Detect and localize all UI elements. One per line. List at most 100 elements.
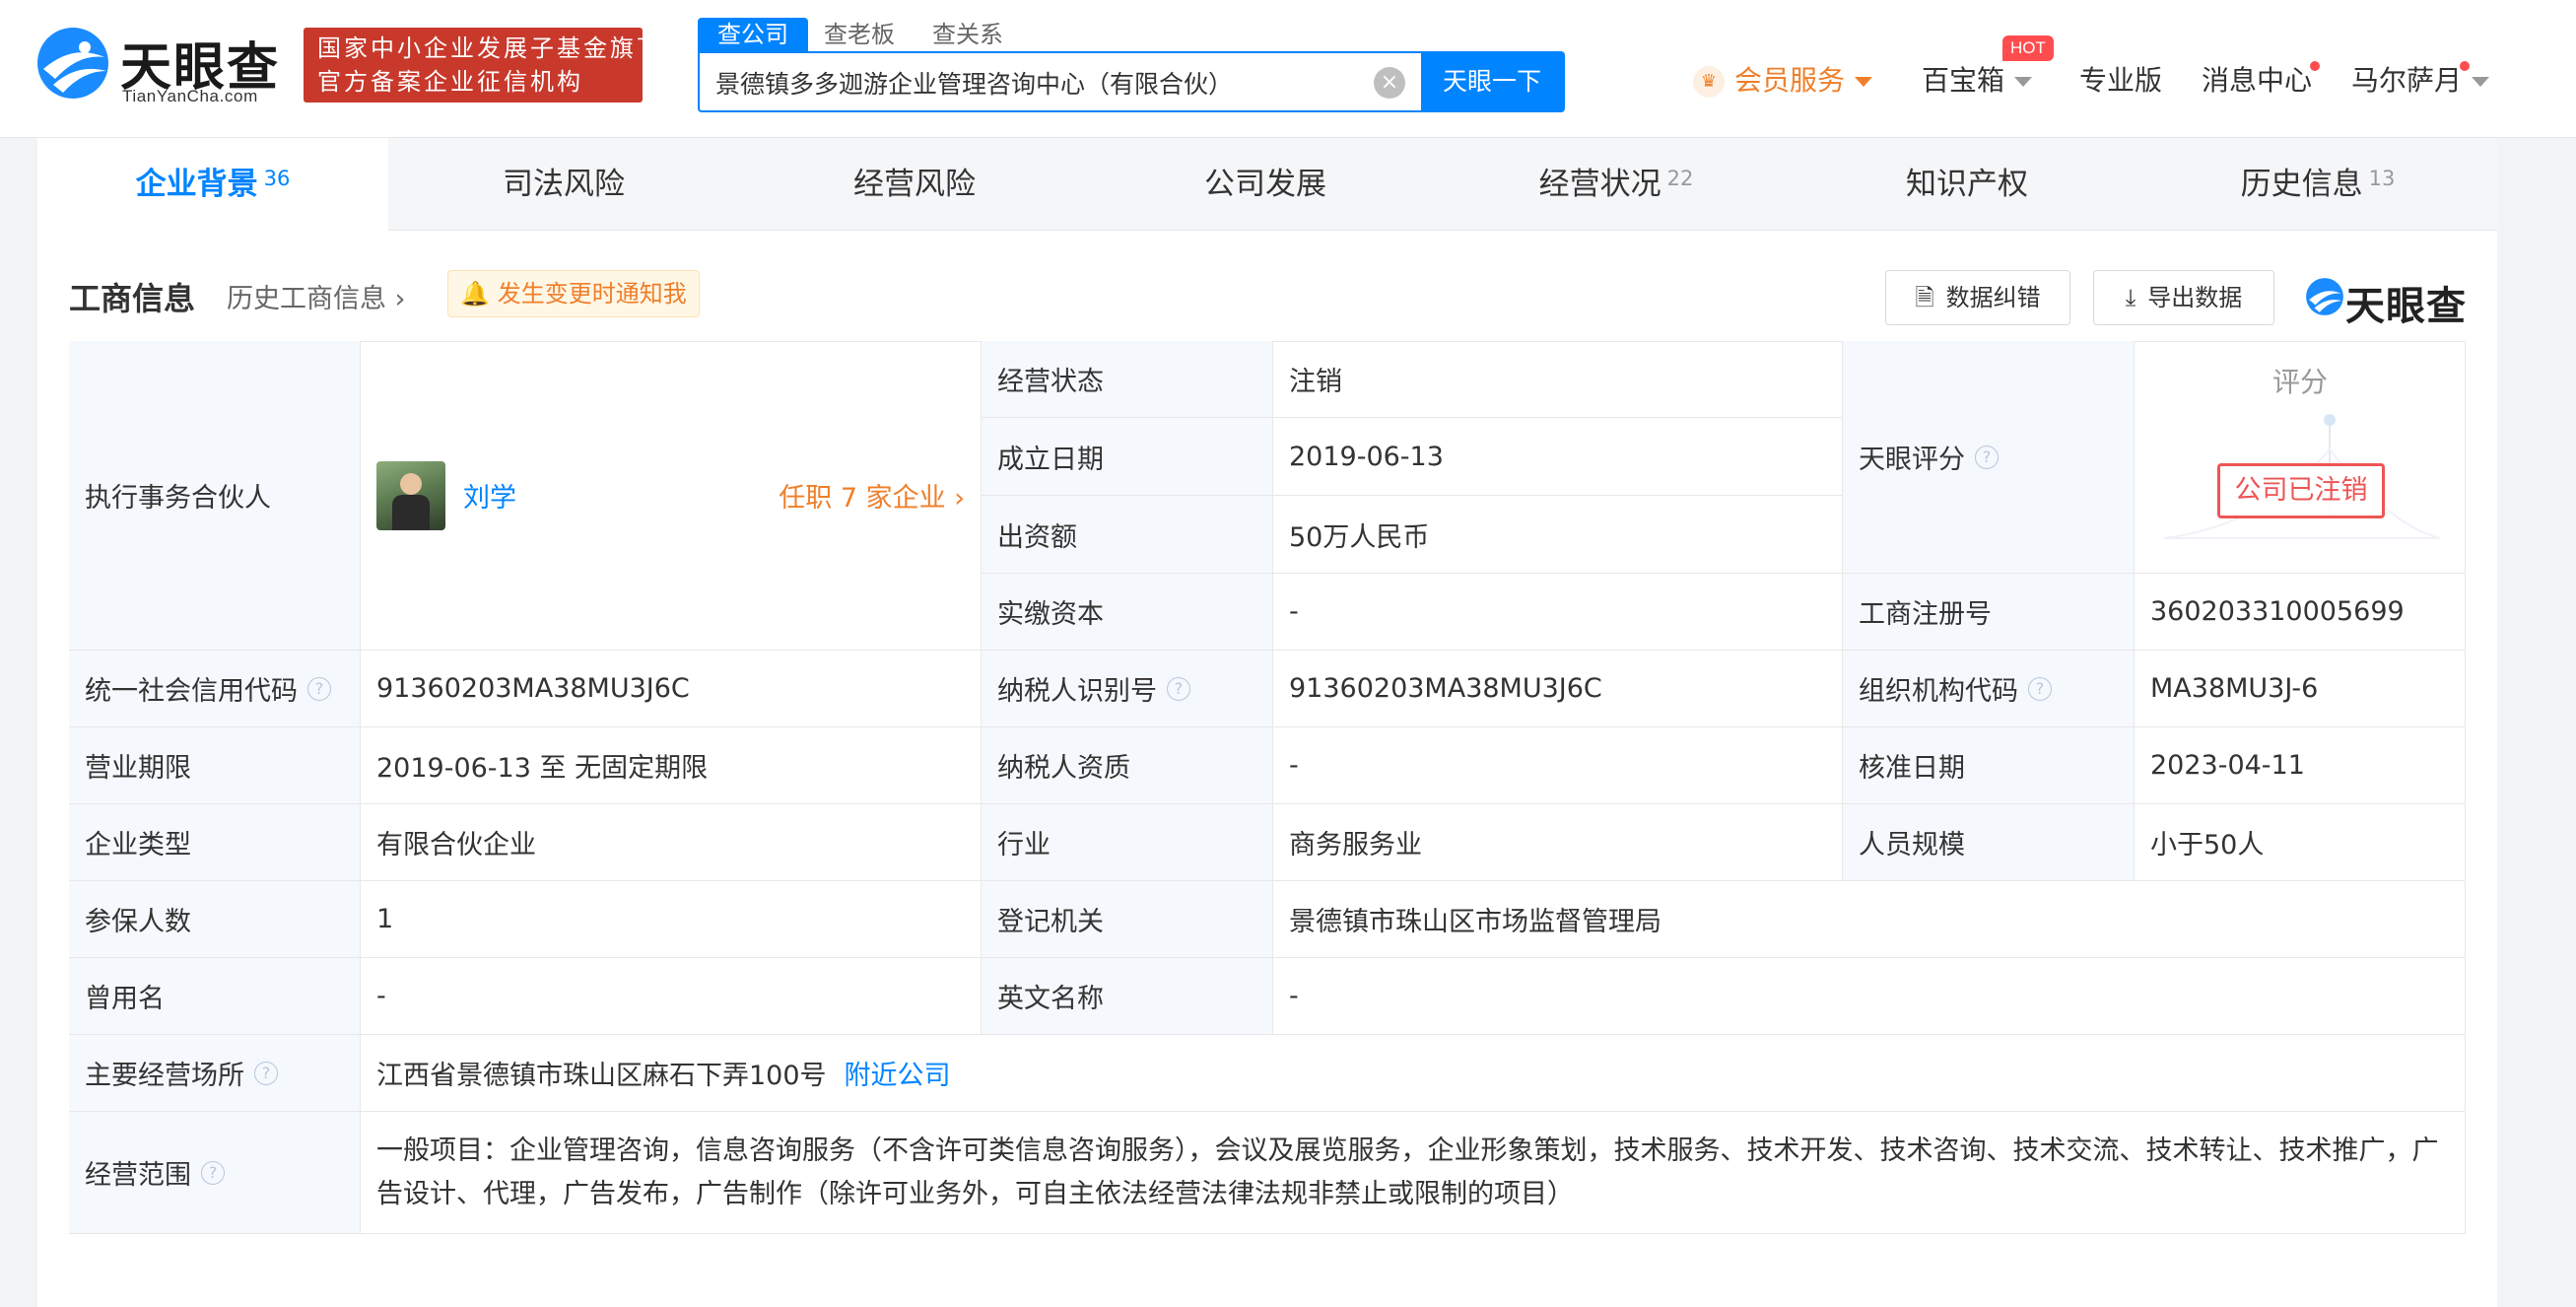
search-tab-boss[interactable]: 查老板 (824, 18, 895, 51)
partner-avatar[interactable] (376, 460, 445, 530)
regno-label: 工商注册号 (1843, 574, 2135, 651)
established-value: 2019-06-13 (1273, 418, 1843, 496)
insured-label: 参保人数 (69, 881, 361, 958)
search-input[interactable] (715, 63, 1366, 103)
capital-label: 出资额 (982, 496, 1273, 574)
taxid-label: 纳税人识别号 (997, 676, 1157, 707)
tab-ip[interactable]: 知识产权 (1792, 138, 2142, 231)
top-header: 天眼查 TianYanCha.com 国家中小企业发展子基金旗下 官方备案企业征… (0, 0, 2576, 138)
message-dot (2310, 61, 2320, 71)
address-label-cell: 主要经营场所? (69, 1035, 361, 1112)
english-value: - (1273, 958, 2466, 1035)
chevron-down-icon (2014, 77, 2033, 87)
partner-name-link[interactable]: 刘学 (463, 476, 516, 515)
gov-badge-line2: 官方备案企业征信机构 (317, 68, 583, 96)
industry-value: 商务服务业 (1273, 804, 1843, 881)
orgcode-value: MA38MU3J-6 (2135, 651, 2466, 727)
chevron-down-icon (1855, 77, 1873, 87)
taxid-label-cell: 纳税人识别号? (982, 651, 1273, 727)
scope-label: 经营范围 (85, 1160, 191, 1191)
regno-value: 360203310005699 (2135, 574, 2466, 651)
company-card: 企业背景 36 司法风险 经营风险 公司发展 经营状况 22 知识产权 历史信息 13… (37, 138, 2497, 1307)
nearby-companies-link[interactable]: 附近公司 (845, 1054, 951, 1092)
orgcode-label-cell: 组织机构代码? (1843, 651, 2135, 727)
hot-badge: HOT (2002, 35, 2054, 61)
vip-service-menu[interactable]: ♛ 会员服务 (1693, 61, 1873, 101)
status-value: 注销 (1273, 341, 1843, 418)
pro-version-link[interactable]: 专业版 (2079, 61, 2162, 101)
english-label: 英文名称 (982, 958, 1273, 1035)
partner-label: 执行事务合伙人 (69, 341, 361, 651)
help-icon[interactable]: ? (2028, 676, 2052, 701)
document-icon: 🗎 (1915, 284, 1934, 311)
paidin-value: - (1273, 574, 1843, 651)
gov-badge: 国家中小企业发展子基金旗下 官方备案企业征信机构 (304, 28, 643, 103)
scope-label-cell: 经营范围? (69, 1112, 361, 1234)
staff-label: 人员规模 (1843, 804, 2135, 881)
clear-icon[interactable]: × (1374, 67, 1405, 99)
tianyancha-logo[interactable]: 天眼查 TianYanCha.com (34, 24, 290, 106)
staff-value: 小于50人 (2135, 804, 2466, 881)
credit-value: 91360203MA38MU3J6C (361, 651, 982, 727)
partner-positions-link[interactable]: 任职 7 家企业 › (779, 476, 965, 515)
deregistered-stamp: 公司已注销 (2217, 463, 2385, 518)
partner-cell: 刘学 任职 7 家企业 › (361, 341, 982, 651)
crown-icon: ♛ (1693, 66, 1725, 98)
tab-label: 经营风险 (853, 167, 976, 202)
tab-label: 经营状况 (1538, 167, 1661, 202)
authority-value: 景德镇市珠山区市场监督管理局 (1273, 881, 2466, 958)
history-info-label: 历史工商信息 (227, 284, 386, 314)
approve-value: 2023-04-11 (2135, 727, 2466, 804)
export-data-button[interactable]: ⤓ 导出数据 (2093, 270, 2274, 325)
taxqual-label: 纳税人资质 (982, 727, 1273, 804)
dimension-tabs: 企业背景 36 司法风险 经营风险 公司发展 经营状况 22 知识产权 历史信息 13 (37, 138, 2497, 231)
address-label: 主要经营场所 (85, 1061, 244, 1091)
score-label: 天眼评分 (1859, 445, 1965, 475)
taxid-value: 91360203MA38MU3J6C (1273, 651, 1843, 727)
logo-domain: TianYanCha.com (122, 87, 258, 105)
data-correction-button[interactable]: 🗎 数据纠错 (1885, 270, 2070, 325)
logo-mark-icon (2306, 278, 2343, 315)
search-tab-relation[interactable]: 查关系 (932, 18, 1003, 51)
industry-label: 行业 (982, 804, 1273, 881)
status-label: 经营状态 (982, 341, 1273, 418)
help-icon[interactable]: ? (1167, 676, 1190, 701)
tab-operation-status[interactable]: 经营状况 22 (1441, 138, 1792, 231)
taxqual-value: - (1273, 727, 1843, 804)
search-button[interactable]: 天眼一下 (1421, 53, 1563, 110)
score-panel: 评分 公司已注销 (2135, 341, 2466, 574)
tab-judicial-risk[interactable]: 司法风险 (388, 138, 739, 231)
tab-operation-risk[interactable]: 经营风险 (739, 138, 1090, 231)
tab-history[interactable]: 历史信息 13 (2142, 138, 2493, 231)
term-value: 2019-06-13 至 无固定期限 (361, 727, 982, 804)
vip-service-label: 会员服务 (1734, 64, 1846, 97)
search-tab-company[interactable]: 查公司 (698, 18, 808, 51)
history-info-link[interactable]: 历史工商信息 › (227, 277, 405, 315)
tianyancha-watermark-logo: 天眼查 (2304, 270, 2466, 329)
notify-label: 发生变更时通知我 (497, 280, 687, 308)
scope-value: 一般项目：企业管理咨询，信息咨询服务（不含许可类信息咨询服务），会议及展览服务，… (361, 1112, 2466, 1234)
section-title: 工商信息 (69, 280, 196, 317)
watermark-text: 天眼查 (2345, 284, 2467, 329)
user-name: 马尔萨月 (2351, 64, 2463, 97)
help-icon[interactable]: ? (1975, 445, 1999, 469)
capital-value: 50万人民币 (1273, 496, 1843, 574)
notify-change-button[interactable]: 🔔 发生变更时通知我 (447, 270, 700, 317)
message-center-link[interactable]: 消息中心 (2202, 61, 2312, 101)
help-icon[interactable]: ? (307, 676, 331, 701)
help-icon[interactable]: ? (201, 1160, 225, 1185)
orgcode-label: 组织机构代码 (1859, 676, 2018, 707)
address-cell: 江西省景德镇市珠山区麻石下弄100号 附近公司 (361, 1035, 2466, 1112)
credit-label-cell: 统一社会信用代码? (69, 651, 361, 727)
formername-value: - (361, 958, 982, 1035)
tab-label: 知识产权 (1906, 167, 2028, 202)
paidin-label: 实缴资本 (982, 574, 1273, 651)
tab-development[interactable]: 公司发展 (1090, 138, 1441, 231)
chevron-right-icon: › (945, 483, 965, 514)
tab-background[interactable]: 企业背景 36 (37, 138, 388, 231)
chevron-down-icon (2472, 77, 2490, 87)
established-label: 成立日期 (982, 418, 1273, 496)
authority-label: 登记机关 (982, 881, 1273, 958)
help-icon[interactable]: ? (254, 1061, 278, 1085)
baibaoxiang-menu[interactable]: 百宝箱 (1922, 61, 2033, 101)
